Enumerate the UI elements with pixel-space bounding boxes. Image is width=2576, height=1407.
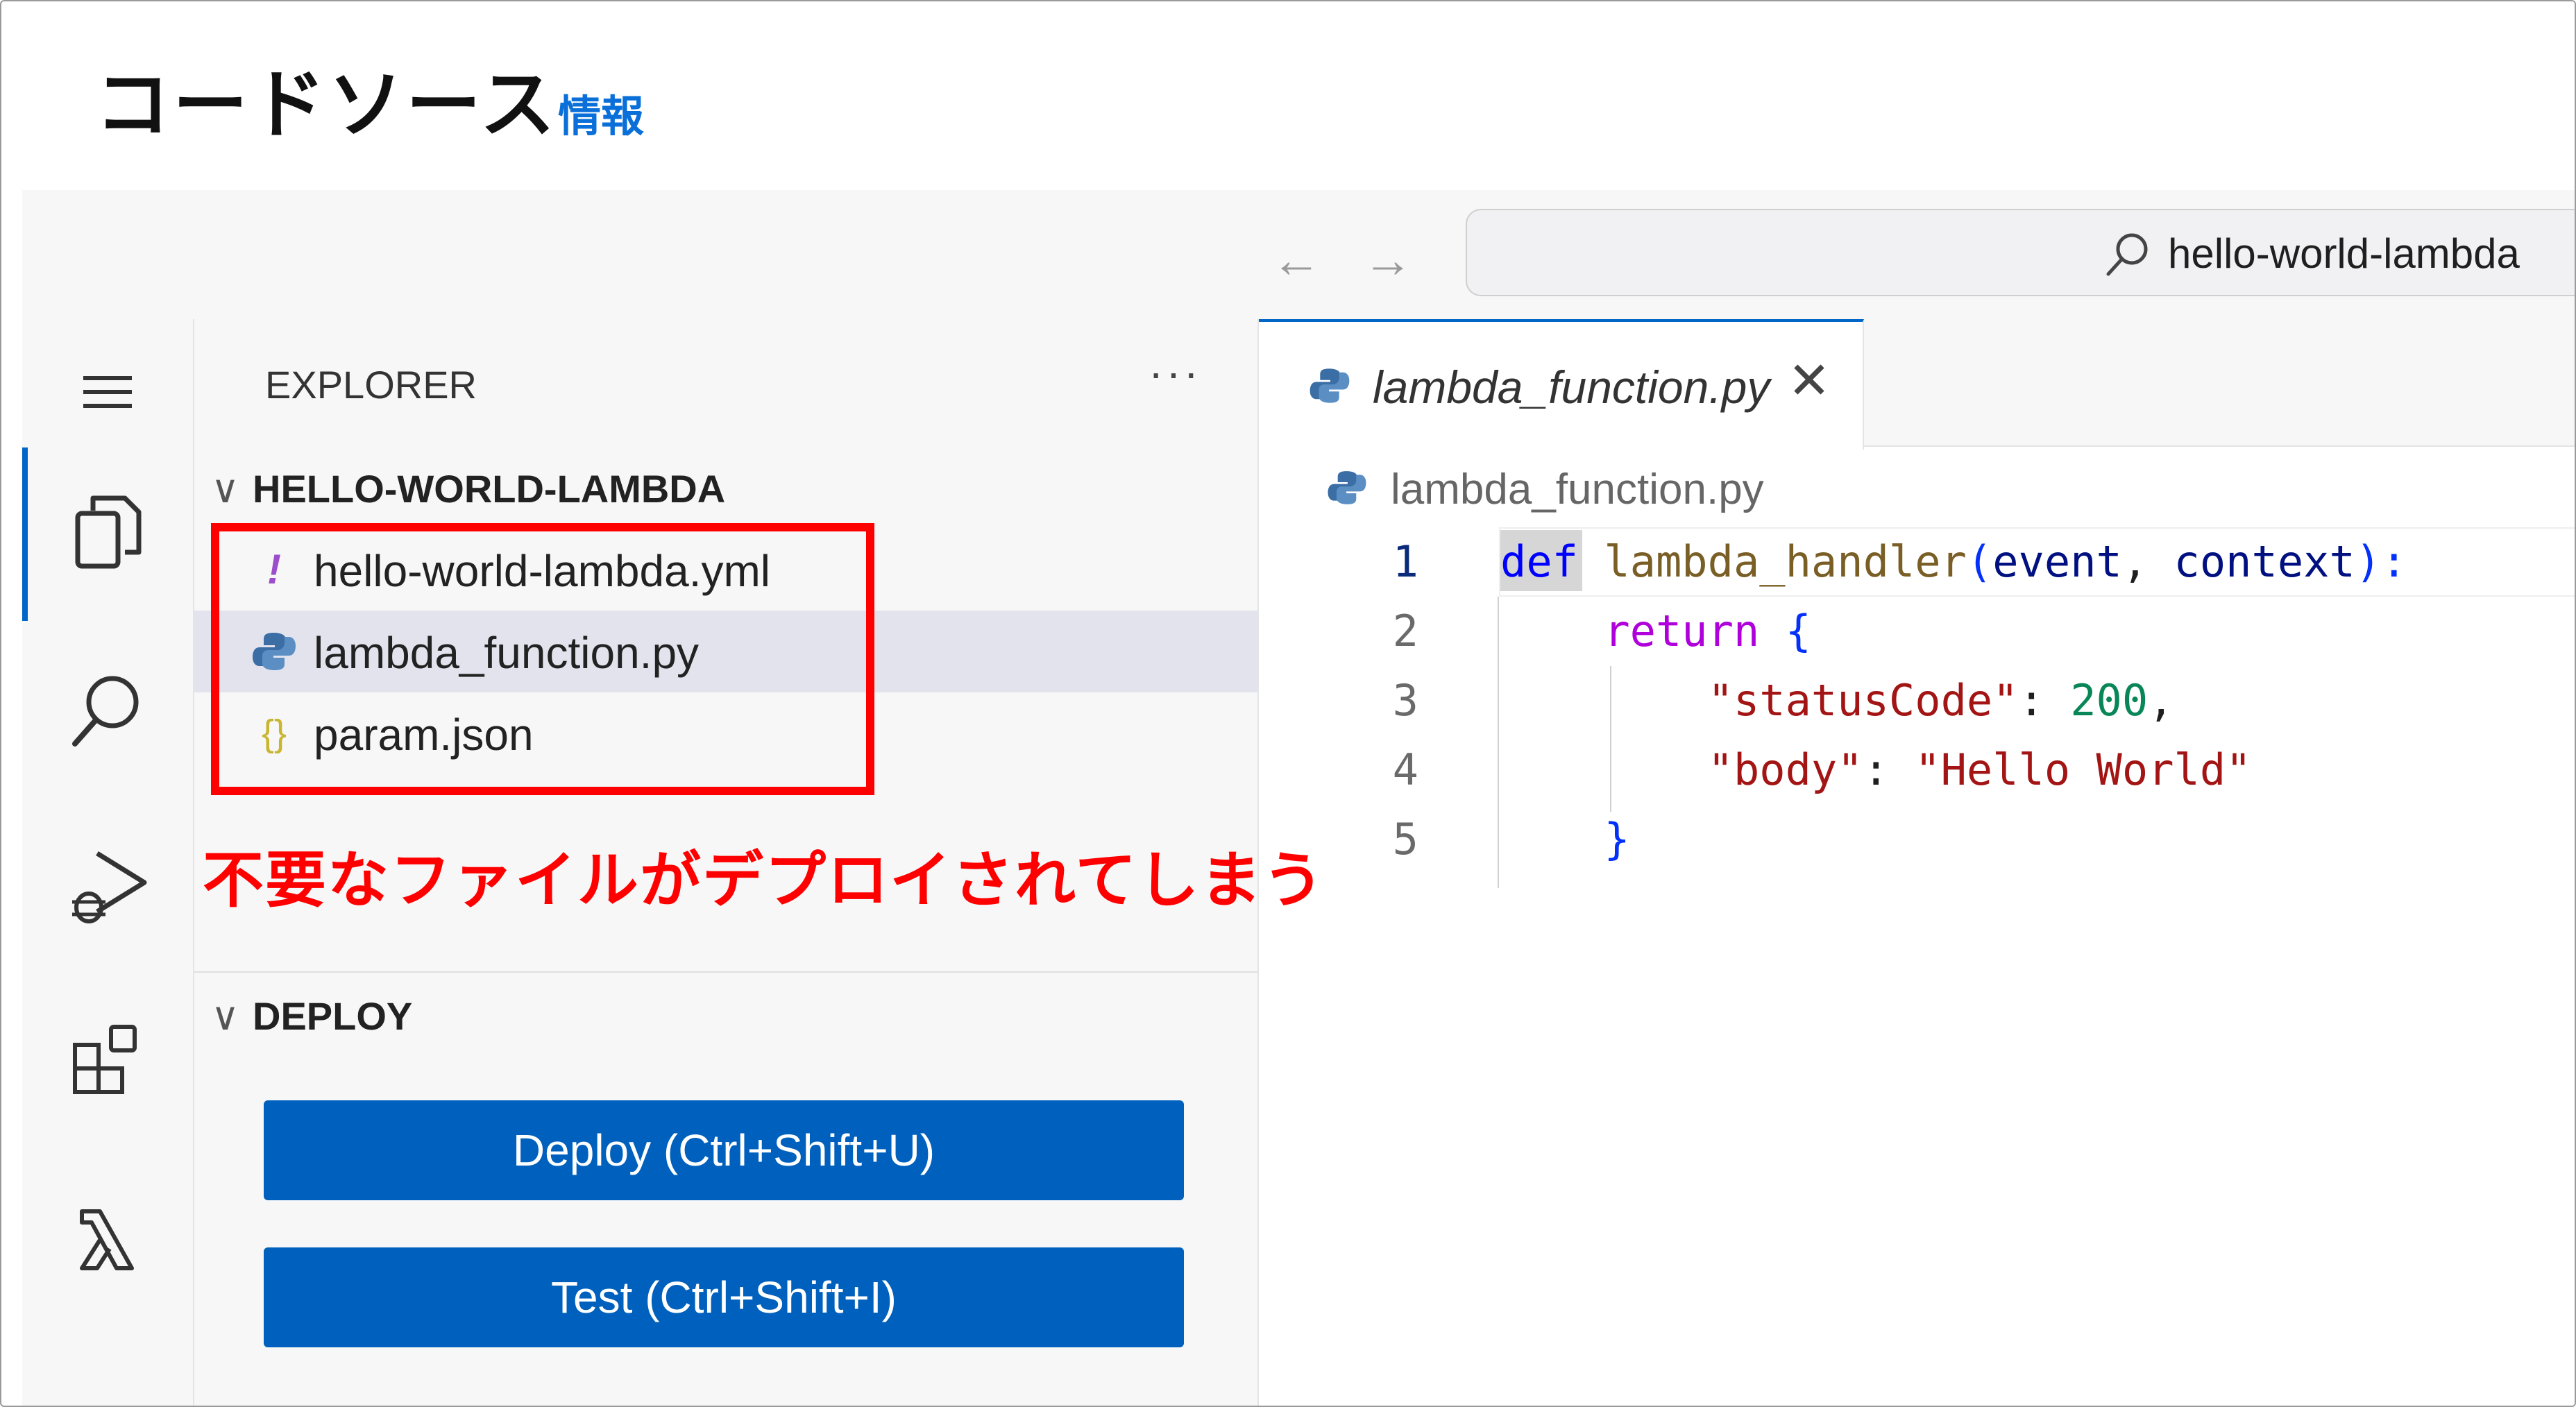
code-text: return { bbox=[1604, 606, 1811, 656]
folder-name: HELLO-WORLD-LAMBDA bbox=[253, 467, 726, 511]
command-search-box[interactable]: hello-world-lambda bbox=[1466, 209, 2575, 296]
tab-label: lambda_function.py bbox=[1373, 361, 1770, 413]
editor-area: lambda_function.py ✕ lambda_function.py … bbox=[1259, 319, 2575, 1406]
test-button[interactable]: Test (Ctrl+Shift+I) bbox=[264, 1247, 1184, 1347]
code-text: "body": "Hello World" bbox=[1707, 744, 2252, 795]
deploy-button[interactable]: Deploy (Ctrl+Shift+U) bbox=[264, 1100, 1184, 1200]
more-actions-icon[interactable]: ··· bbox=[1149, 347, 1201, 398]
search-icon[interactable] bbox=[62, 666, 153, 756]
section-divider bbox=[194, 971, 1257, 973]
page-title: コードソース bbox=[95, 62, 558, 148]
tab-strip: lambda_function.py ✕ bbox=[1259, 319, 2575, 450]
activity-bar bbox=[22, 319, 194, 1406]
annotation-text: 不要なファイルがデプロイされてしまう bbox=[203, 844, 1325, 916]
extensions-icon[interactable] bbox=[62, 1013, 153, 1103]
code-line: 1 def lambda_handler(event, context): bbox=[1259, 527, 2575, 597]
line-number: 3 bbox=[1392, 675, 1418, 726]
line-number: 2 bbox=[1392, 606, 1418, 656]
lambda-icon[interactable] bbox=[62, 1193, 153, 1284]
code-line: 4 "body": "Hello World" bbox=[1259, 735, 2575, 805]
forward-arrow-icon[interactable]: → bbox=[1363, 232, 1413, 289]
window-frame: コードソース 情報 ← → hello-world-lambda EXPLORE… bbox=[0, 0, 2576, 1407]
header: コードソース 情報 bbox=[22, 1, 2575, 190]
active-indicator bbox=[22, 447, 28, 621]
code-text: def lambda_handler(event, context): bbox=[1500, 536, 2407, 587]
code-text: "statusCode": 200, bbox=[1707, 675, 2174, 726]
deploy-section-title: DEPLOY bbox=[253, 994, 413, 1038]
search-value: hello-world-lambda bbox=[2168, 230, 2520, 277]
python-icon bbox=[1328, 471, 1366, 504]
tab-lambda-function[interactable]: lambda_function.py ✕ bbox=[1259, 319, 1864, 450]
files-icon[interactable] bbox=[62, 486, 153, 576]
code-line: 2 return { bbox=[1259, 597, 2575, 666]
code-line: 5 } bbox=[1259, 805, 2575, 874]
code-line: 3 "statusCode": 200, bbox=[1259, 666, 2575, 735]
explorer-title: EXPLORER bbox=[265, 363, 477, 407]
line-number: 4 bbox=[1392, 744, 1418, 795]
chevron-down-icon: ∨ bbox=[211, 467, 239, 511]
info-link[interactable]: 情報 bbox=[558, 81, 644, 144]
breadcrumb[interactable]: lambda_function.py bbox=[1391, 465, 1764, 514]
editor-toolbar: ← → hello-world-lambda bbox=[22, 190, 2575, 321]
search-icon bbox=[2106, 233, 2148, 276]
folder-header[interactable]: ∨ HELLO-WORLD-LAMBDA bbox=[211, 466, 725, 512]
annotation-highlight-box bbox=[211, 523, 874, 795]
line-number: 1 bbox=[1392, 536, 1418, 587]
chevron-down-icon: ∨ bbox=[211, 994, 239, 1038]
python-icon bbox=[1310, 368, 1350, 403]
code-text: } bbox=[1604, 814, 1630, 864]
close-icon[interactable]: ✕ bbox=[1788, 351, 1831, 411]
back-arrow-icon[interactable]: ← bbox=[1271, 232, 1321, 289]
deploy-section-header[interactable]: ∨ DEPLOY bbox=[211, 994, 412, 1039]
menu-icon[interactable] bbox=[62, 347, 153, 437]
run-debug-icon[interactable] bbox=[62, 839, 153, 930]
